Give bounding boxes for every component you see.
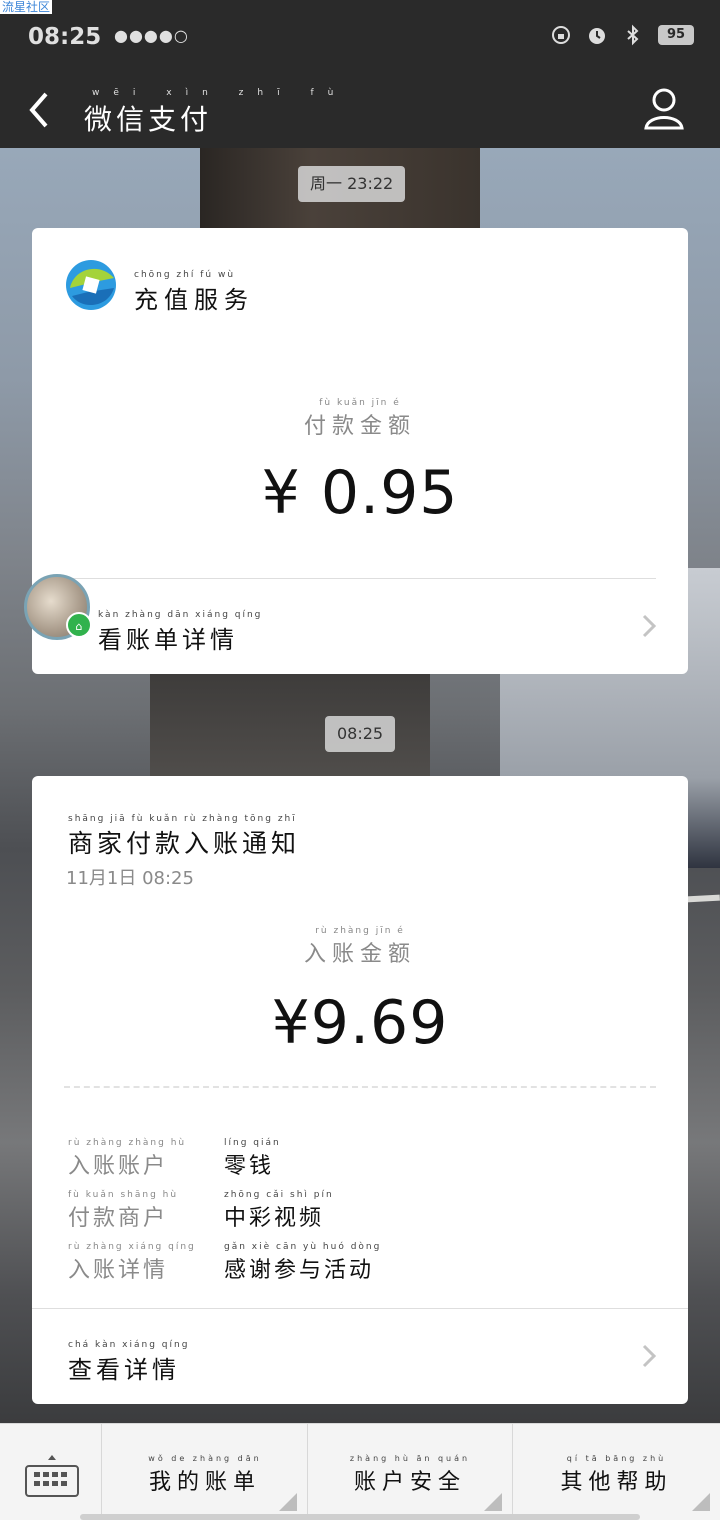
chevron-right-icon [642,614,657,638]
detail-row: rù zhàng xiáng qíng 入账详情 gǎn xiè cān yù … [68,1232,381,1284]
view-details-pinyin: chá kàn xiáng qíng [68,1340,190,1350]
detail-value-text: 中彩视频 [224,1206,325,1231]
detail-value-text: 感谢参与活动 [224,1258,375,1283]
rotation-lock-icon [552,26,570,44]
detail-key-pinyin: rù zhàng xiáng qíng [68,1242,196,1252]
notification-title-pinyin: shāng jiā fù kuǎn rù zhàng tōng zhī [68,814,297,824]
divider [32,1308,688,1309]
menu-label: zhàng hù ān quán 账户安全 [308,1454,512,1496]
detail-value: líng qián 零钱 [224,1138,281,1180]
menu-my-bills[interactable]: wǒ de zhàng dān 我的账单 [103,1424,308,1520]
status-bar: 流星社区 08:25 ●●●●○ 95 [0,0,720,72]
amount-label-pinyin: fù kuǎn jīn é [319,398,401,408]
view-bill-details-link[interactable]: kàn zhàng dān xiáng qíng 看账单详情 [32,580,688,670]
service-logo-icon [66,260,116,310]
menu-label-pinyin: qí tā bāng zhù [566,1454,667,1463]
detail-key: rù zhàng xiáng qíng 入账详情 [68,1242,224,1284]
detail-value-pinyin: líng qián [224,1138,281,1148]
menu-label-text: 其他帮助 [560,1470,673,1495]
detail-key: fù kuǎn shāng hù 付款商户 [68,1190,224,1232]
menu-label-text: 账户安全 [353,1470,466,1495]
view-bill-label: kàn zhàng dān xiáng qíng 看账单详情 [98,610,262,655]
menu-label-pinyin: wǒ de zhàng dān [148,1454,262,1463]
keyboard-toggle-button[interactable] [0,1424,102,1520]
menu-account-security[interactable]: zhàng hù ān quán 账户安全 [308,1424,513,1520]
notification-title: shāng jiā fù kuǎn rù zhàng tōng zhī 商家付款… [68,814,300,860]
watermark: 流星社区 [0,0,53,14]
detail-value: gǎn xiè cān yù huó dòng 感谢参与活动 [224,1242,381,1284]
menu-other-help[interactable]: qí tā bāng zhù 其他帮助 [513,1424,720,1520]
detail-key-pinyin: fù kuǎn shāng hù [68,1190,179,1200]
submenu-indicator-icon [692,1493,710,1511]
income-amount-label: rù zhàng jīn é 入账金额 [32,926,688,968]
signal-dots: ●●●●○ [114,26,189,45]
view-details-label: chá kàn xiáng qíng 查看详情 [68,1340,189,1385]
detail-key: rù zhàng zhàng hù 入账账户 [68,1138,224,1180]
income-label-text: 入账金额 [303,942,416,967]
profile-icon[interactable] [642,82,686,134]
nav-bar: wēi xìn zhī fù 微信支付 [0,72,720,148]
divider [64,578,656,579]
service-name: chōng zhí fú wù 充值服务 [134,270,254,315]
income-label-pinyin: rù zhàng jīn é [315,926,405,936]
detail-row: rù zhàng zhàng hù 入账账户 líng qián 零钱 [68,1128,381,1180]
chevron-right-icon [642,1344,657,1368]
notification-title-text: 商家付款入账通知 [68,829,301,858]
detail-key-text: 入账账户 [68,1154,169,1179]
payment-amount: ¥ 0.95 [261,458,459,528]
page-title: wēi xìn zhī fù 微信支付 [84,88,347,138]
payment-card: chōng zhí fú wù 充值服务 fù kuǎn jīn é 付款金额 … [24,228,688,674]
bottom-menu-bar: wǒ de zhàng dān 我的账单 zhàng hù ān quán 账户… [0,1423,720,1520]
detail-row: fù kuǎn shāng hù 付款商户 zhōng cǎi shì pín … [68,1180,381,1232]
dashed-divider [64,1086,656,1088]
bluetooth-icon [627,24,639,46]
bottom-scroll-indicator [80,1514,640,1520]
view-details-text: 查看详情 [68,1356,180,1384]
submenu-indicator-icon [279,1493,297,1511]
timestamp-pill: 08:25 [325,716,396,752]
page-title-pinyin: wēi xìn zhī fù [92,88,348,98]
notification-date: 11月1日 08:25 [66,868,194,889]
detail-key-text: 入账详情 [68,1258,169,1283]
keyboard-icon [25,1455,79,1497]
menu-label: wǒ de zhàng dān 我的账单 [103,1454,307,1496]
income-amount: ¥9.69 [271,988,449,1058]
timestamp-pill: 周一 23:22 [298,166,406,202]
service-name-pinyin: chōng zhí fú wù [134,270,236,280]
back-arrow-icon[interactable] [22,82,58,138]
amount-label-text: 付款金额 [303,414,416,439]
mini-program-badge-icon: ⌂ [66,612,92,638]
page-title-text: 微信支付 [84,103,213,136]
detail-list: rù zhàng zhàng hù 入账账户 líng qián 零钱 fù k… [68,1128,381,1284]
status-time: 08:25 [28,24,102,50]
detail-value-pinyin: zhōng cǎi shì pín [224,1190,334,1200]
amount-label: fù kuǎn jīn é 付款金额 [32,398,688,440]
view-bill-pinyin: kàn zhàng dān xiáng qíng [98,610,263,620]
alarm-icon [589,28,605,44]
payment-amount-block: fù kuǎn jīn é 付款金额 ¥ 0.95 [32,398,688,528]
detail-value: zhōng cǎi shì pín 中彩视频 [224,1190,334,1232]
income-amount-block: rù zhàng jīn é 入账金额 ¥9.69 [32,926,688,1058]
detail-key-text: 付款商户 [68,1206,169,1231]
menu-label-pinyin: zhàng hù ān quán [349,1454,471,1463]
battery-indicator: 95 [658,25,694,45]
view-details-link[interactable]: chá kàn xiáng qíng 查看详情 [32,1310,688,1400]
view-bill-text: 看账单详情 [98,626,238,654]
detail-key-pinyin: rù zhàng zhàng hù [68,1138,187,1148]
menu-label-text: 我的账单 [148,1470,261,1495]
menu-label: qí tā bāng zhù 其他帮助 [513,1454,720,1496]
service-name-text: 充值服务 [134,286,254,314]
detail-value-pinyin: gǎn xiè cān yù huó dòng [224,1242,382,1252]
detail-value-text: 零钱 [224,1154,275,1179]
submenu-indicator-icon [484,1493,502,1511]
merchant-payment-card: shāng jiā fù kuǎn rù zhàng tōng zhī 商家付款… [32,776,688,1404]
